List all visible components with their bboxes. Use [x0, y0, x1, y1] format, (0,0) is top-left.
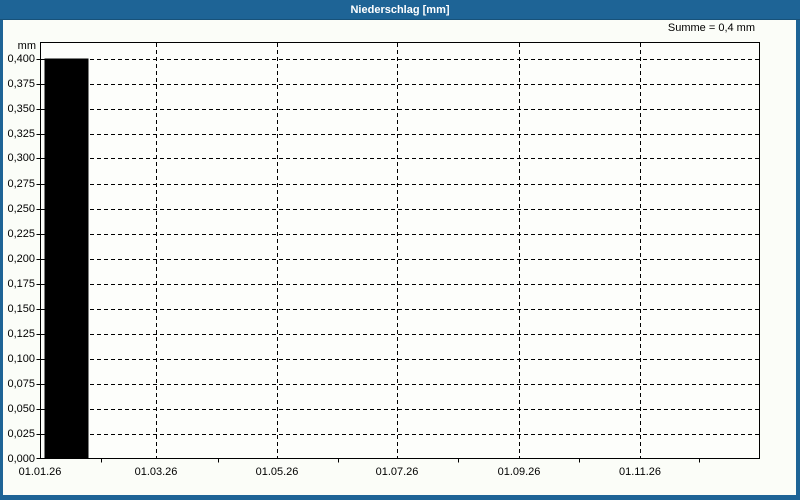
y-tick-label: 0,050 [7, 403, 35, 415]
y-tick-label: 0,025 [7, 428, 35, 440]
chart-window: Niederschlag [mm] Summe = 0,4 mm mm 0,40… [0, 0, 800, 500]
y-tick-label: 0,200 [7, 253, 35, 265]
x-tick-label: 01.01.26 [18, 466, 62, 478]
y-tick-label: 0,075 [7, 378, 35, 390]
y-tick-label: 0,250 [7, 203, 35, 215]
chart-content-area [3, 20, 796, 495]
y-tick-label: 0,350 [7, 103, 35, 115]
window-titlebar: Niederschlag [mm] [0, 0, 800, 20]
y-tick-label: 0,175 [7, 278, 35, 290]
y-tick-label: 0,400 [7, 53, 35, 65]
sum-annotation: Summe = 0,4 mm [667, 22, 755, 34]
x-tick-label: 01.07.26 [375, 466, 419, 478]
x-tick-label: 01.05.26 [255, 466, 299, 478]
y-tick-label: 0,150 [7, 303, 35, 315]
x-tick-label: 01.09.26 [497, 466, 541, 478]
y-tick-label: 0,225 [7, 228, 35, 240]
y-tick-label: 0,000 [7, 453, 35, 465]
y-tick-label: 0,375 [7, 78, 35, 90]
y-tick-label: 0,300 [7, 152, 35, 164]
y-tick-label: 0,275 [7, 178, 35, 190]
y-axis-unit-label: mm [17, 40, 36, 52]
y-tick-label: 0,125 [7, 328, 35, 340]
y-tick-label: 0,325 [7, 128, 35, 140]
x-tick-label: 01.03.26 [134, 466, 178, 478]
x-tick-label: 01.11.26 [618, 466, 661, 478]
window-title: Niederschlag [mm] [350, 4, 450, 16]
y-tick-label: 0,100 [7, 353, 35, 365]
